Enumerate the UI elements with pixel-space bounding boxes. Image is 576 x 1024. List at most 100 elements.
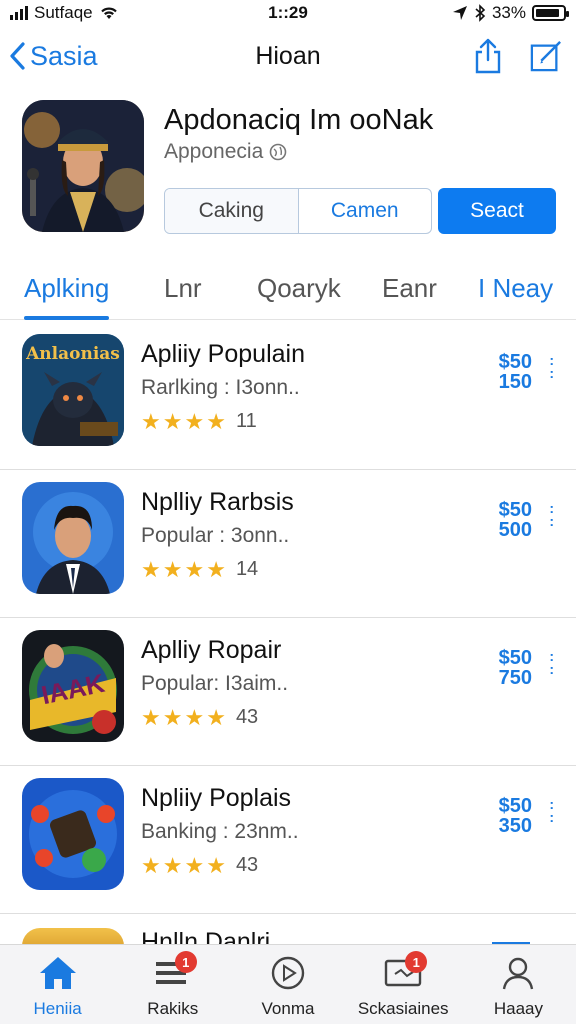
star-icon: ★ — [141, 852, 161, 878]
star-icon: ★ — [162, 704, 183, 730]
more-icon[interactable]: :: — [549, 353, 554, 380]
tab-neay[interactable]: I Neay — [478, 264, 553, 312]
star-rating: ★ ★ ★ ★ 11 — [141, 410, 257, 433]
list-item-icon — [22, 778, 124, 890]
list-item-subtitle: Rarlking : I3onn.. — [141, 376, 300, 399]
app-header: Apdonaciq Im ooNak Apponecia Caking Came… — [22, 100, 562, 240]
share-button[interactable] — [472, 38, 504, 74]
app-name: Apdonaciq Im ooNak — [164, 104, 434, 136]
star-icon: ★ — [206, 704, 226, 730]
price-top: $50 — [498, 499, 532, 521]
rating-count: 43 — [235, 854, 259, 876]
play-icon — [266, 953, 310, 993]
star-icon: ★ — [162, 556, 183, 582]
price-bottom: 350 — [498, 815, 532, 837]
app-developer-row: Apponecia — [164, 140, 287, 164]
segment-camen[interactable]: Camen — [299, 189, 432, 233]
list-item-icon: IAAK — [22, 630, 124, 742]
star-icon: ★ — [184, 704, 205, 730]
list-item-partial[interactable]: Hnlln Danlri — [22, 908, 552, 948]
search-button[interactable]: Seact — [438, 188, 556, 234]
price-button[interactable]: $50 350 — [499, 796, 532, 836]
tabbar-rankings[interactable]: 1 Rakiks — [115, 945, 230, 1024]
notification-badge: 1 — [405, 951, 428, 973]
tab-bar: Heniia 1 Rakiks Vonma 1 Sckasiaines Haaa… — [0, 944, 576, 1024]
tabbar-label: Rakiks — [147, 999, 199, 1018]
home-icon — [36, 953, 80, 993]
star-icon: ★ — [184, 408, 205, 434]
list-item-subtitle: Popular : 3onn.. — [141, 524, 290, 547]
person-icon — [496, 953, 540, 993]
notification-badge: 1 — [174, 951, 197, 973]
app-icon[interactable] — [22, 100, 144, 232]
list-item[interactable]: Anlaonias Apliiy Populain Rarlking : I3o… — [0, 322, 576, 470]
tabbar-profile[interactable]: Haaay — [461, 945, 576, 1024]
star-rating: ★ ★ ★ ★ 43 — [141, 854, 258, 877]
tabbar-label: Haaay — [493, 999, 543, 1018]
list-item[interactable]: Npliiy Poplais Banking : 23nm.. ★ ★ ★ ★ 43 … — [0, 766, 576, 914]
tabbar-home[interactable]: Heniia — [0, 945, 115, 1024]
list-item-art — [22, 482, 124, 594]
globe-icon — [269, 143, 287, 161]
chevron-left-icon — [10, 42, 25, 70]
star-icon: ★ — [162, 852, 183, 878]
list-item-title: Aplliy Ropair — [141, 636, 282, 664]
star-icon: ★ — [184, 852, 205, 878]
rating-count: 14 — [235, 558, 259, 580]
price-top: $50 — [498, 647, 532, 669]
more-icon[interactable]: :: — [549, 649, 554, 676]
category-tabs: Aplking Lnr Qoaryk Eanr I Neay — [0, 258, 576, 320]
star-rating: ★ ★ ★ ★ 43 — [141, 706, 258, 729]
star-icon: ★ — [206, 852, 226, 878]
list-item-icon-text: Anlaonias — [26, 344, 120, 364]
tabbar-label: Heniia — [33, 999, 82, 1018]
list-item-icon — [22, 482, 124, 594]
app-developer: Apponecia — [164, 140, 264, 163]
list-item-title: Apliiy Populain — [141, 340, 305, 368]
tabbar-play[interactable]: Vonma — [230, 945, 345, 1024]
list-item-title: Npliiy Poplais — [141, 784, 292, 812]
nav-bar: Sasia Hioan — [0, 30, 576, 82]
rating-count: 43 — [235, 706, 259, 728]
tabbar-label: Sckasiaines — [357, 999, 449, 1018]
compose-button[interactable] — [530, 38, 562, 74]
more-icon[interactable]: :: — [549, 501, 554, 528]
star-rating: ★ ★ ★ ★ 14 — [141, 558, 258, 581]
segment-caking[interactable]: Caking — [165, 189, 299, 233]
star-icon: ★ — [206, 408, 226, 434]
status-bar: Sutfaqe 1::29 33% — [0, 0, 576, 26]
nav-actions — [472, 38, 562, 74]
tab-lnr[interactable]: Lnr — [164, 264, 202, 312]
list-item-icon: Anlaonias — [22, 334, 124, 446]
tab-eanr[interactable]: Eanr — [382, 264, 437, 312]
tabbar-label: Vonma — [261, 999, 315, 1018]
more-icon[interactable]: :: — [549, 797, 554, 824]
list-item-title: Nplliy Rarbsis — [141, 488, 294, 516]
screen-icon: 1 — [381, 951, 428, 993]
price-button[interactable]: $50 500 — [499, 500, 532, 540]
list-item[interactable]: Nplliy Rarbsis Popular : 3onn.. ★ ★ ★ ★ 14 … — [0, 470, 576, 618]
price-top: $50 — [498, 795, 532, 817]
star-icon: ★ — [141, 556, 161, 582]
back-button[interactable]: Sasia — [8, 41, 98, 72]
price-bottom: 750 — [498, 667, 532, 689]
star-icon: ★ — [206, 556, 226, 582]
tab-aplking[interactable]: Aplking — [24, 264, 110, 320]
star-icon: ★ — [162, 408, 183, 434]
price-top: $50 — [498, 351, 532, 373]
list-item-subtitle: Popular: I3aim.. — [141, 672, 289, 695]
price-button[interactable]: $50 150 — [499, 352, 532, 392]
price-button[interactable]: $50 750 — [499, 648, 532, 688]
tab-qoaryk[interactable]: Qoaryk — [257, 264, 341, 312]
star-icon: ★ — [184, 556, 205, 582]
price-bottom: 150 — [498, 371, 532, 393]
share-icon — [475, 38, 501, 74]
compose-icon — [530, 41, 561, 72]
star-icon: ★ — [141, 408, 161, 434]
list-item[interactable]: IAAK Aplliy Ropair Popular: I3aim.. ★ ★ ★ ★… — [0, 618, 576, 766]
status-time: 1::29 — [268, 3, 308, 22]
back-label: Sasia — [30, 40, 98, 71]
tabbar-screens[interactable]: 1 Sckasiaines — [346, 945, 461, 1024]
app-icon-art — [22, 100, 144, 232]
list-icon: 1 — [151, 951, 197, 993]
